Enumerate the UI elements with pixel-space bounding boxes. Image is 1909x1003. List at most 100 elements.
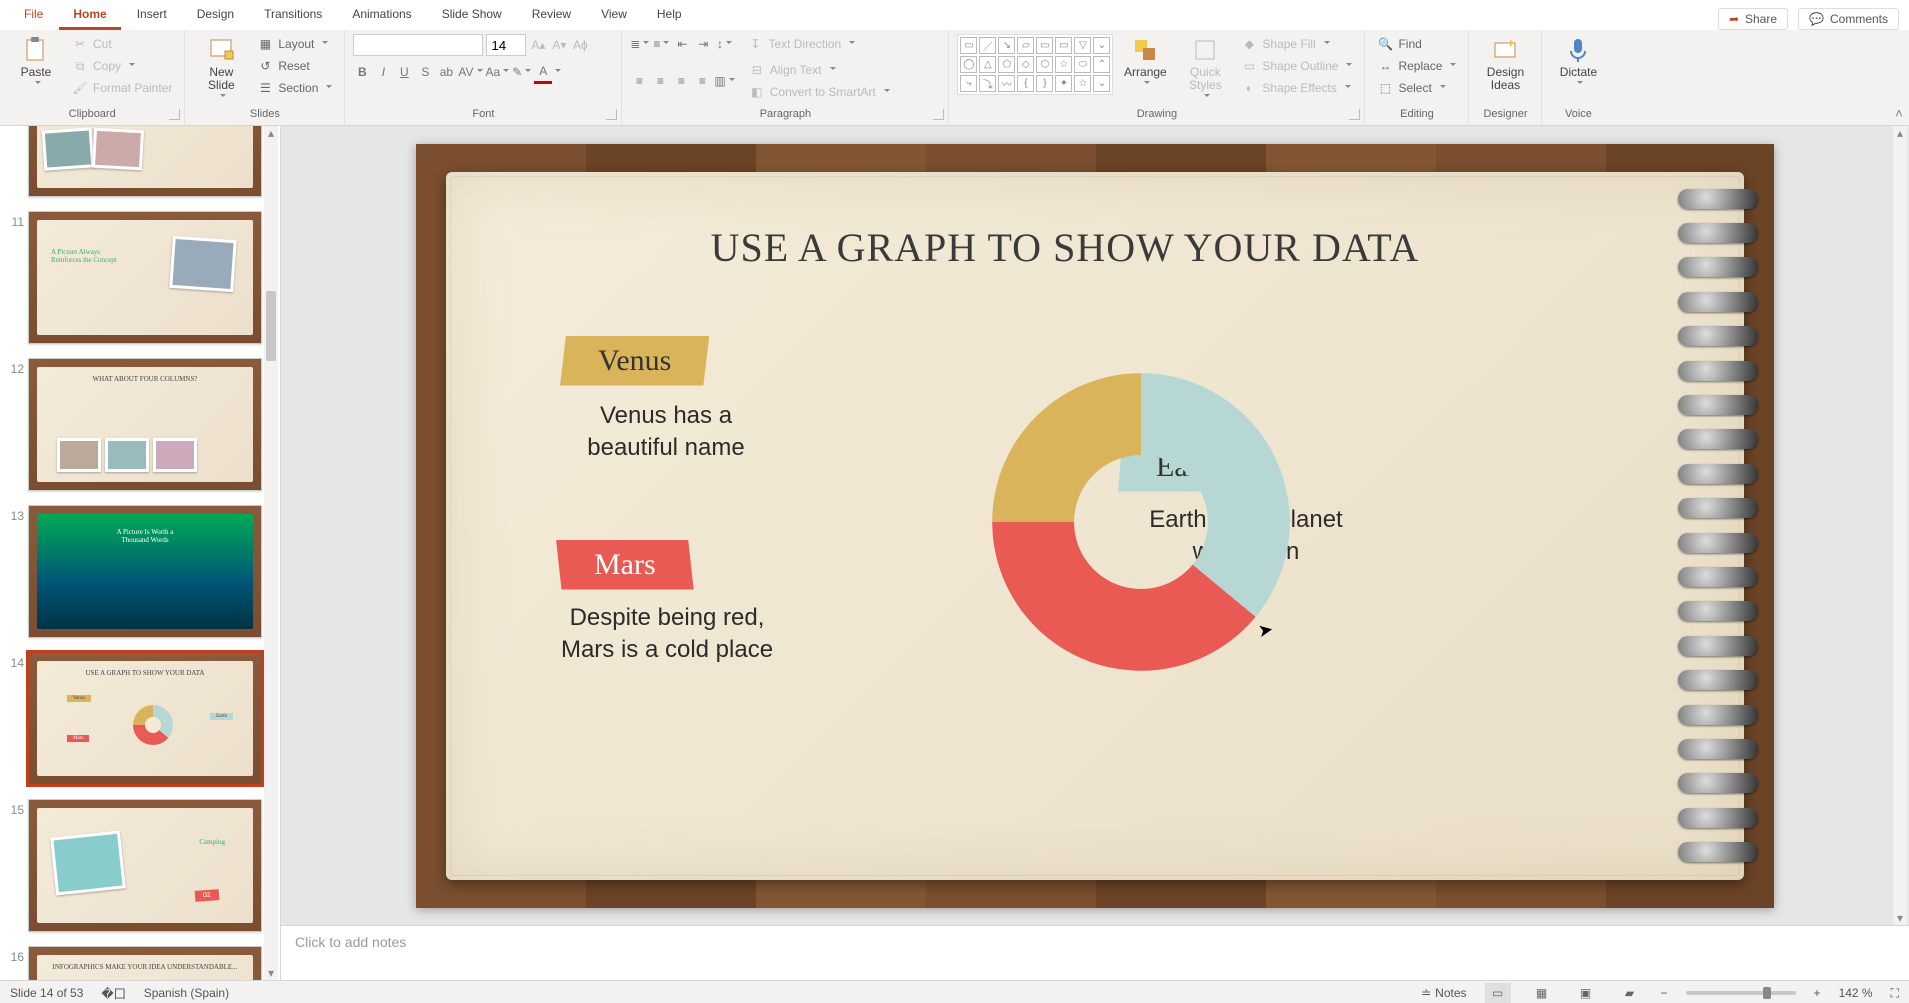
font-size-input[interactable] [486, 34, 526, 56]
donut-slice-venus[interactable] [992, 373, 1141, 522]
thumb-number: 13 [2, 505, 28, 523]
arrange-button[interactable]: Arrange [1117, 34, 1173, 89]
text-direction-button[interactable]: ↧Text Direction [743, 34, 859, 54]
zoom-slider[interactable] [1686, 991, 1796, 995]
align-right-button[interactable]: ≡ [672, 71, 690, 91]
zoom-out-button[interactable]: − [1661, 986, 1668, 1000]
shape-effects-button[interactable]: ◐Shape Effects [1237, 78, 1356, 98]
clipboard-dialog-launcher[interactable] [169, 109, 180, 120]
outdent-button[interactable]: ⇤ [673, 34, 691, 54]
comments-button[interactable]: 💬Comments [1798, 8, 1899, 30]
format-painter-button[interactable]: 🖌Format Painter [68, 78, 176, 98]
mars-label-tape[interactable]: Mars [556, 540, 694, 590]
copy-button[interactable]: ⧉Copy [68, 56, 176, 76]
normal-view-button[interactable]: ▭ [1485, 983, 1511, 1003]
char-spacing-button[interactable]: AV [458, 62, 482, 82]
tab-home[interactable]: Home [59, 1, 120, 30]
tab-review[interactable]: Review [518, 1, 585, 30]
language-indicator[interactable]: Spanish (Spain) [144, 986, 229, 1000]
mars-description[interactable]: Despite being red, Mars is a cold place [522, 602, 812, 667]
share-button[interactable]: ➦Share [1718, 8, 1788, 30]
slide-thumbnail[interactable]: INFOGRAPHICS MAKE YOUR IDEA UNDERSTANDAB… [28, 946, 262, 980]
thumbnail-scrollbar[interactable]: ▴ ▾ [264, 126, 278, 980]
donut-chart[interactable] [986, 367, 1296, 677]
strike-button[interactable]: ab [437, 62, 455, 82]
zoom-level[interactable]: 142 % [1839, 986, 1873, 1000]
tab-slideshow[interactable]: Slide Show [428, 1, 516, 30]
find-button[interactable]: 🔍Find [1373, 34, 1460, 54]
highlight-button[interactable]: ✎ [512, 62, 531, 82]
paste-button[interactable]: Paste [8, 34, 64, 89]
reset-button[interactable]: ↺Reset [253, 56, 336, 76]
font-dialog-launcher[interactable] [606, 109, 617, 120]
align-center-button[interactable]: ≡ [651, 71, 669, 91]
shape-outline-button[interactable]: ▭Shape Outline [1237, 56, 1356, 76]
tab-view[interactable]: View [587, 1, 641, 30]
align-text-button[interactable]: ⊟Align Text [745, 60, 894, 80]
tab-help[interactable]: Help [643, 1, 696, 30]
cut-button[interactable]: ✂Cut [68, 34, 176, 54]
tab-design[interactable]: Design [183, 1, 248, 30]
shadow-button[interactable]: S [416, 62, 434, 82]
tab-file[interactable]: File [10, 1, 57, 30]
design-ideas-button[interactable]: Design Ideas [1477, 34, 1533, 94]
slide-thumbnail[interactable]: A Picture Is Worth aThousand Words [28, 505, 262, 638]
font-name-input[interactable] [353, 34, 483, 56]
notes-icon: ≐ [1421, 986, 1431, 1000]
select-button[interactable]: ⬚Select [1373, 78, 1460, 98]
change-case-button[interactable]: Aa [486, 62, 510, 82]
italic-button[interactable]: I [374, 62, 392, 82]
shapes-gallery[interactable]: ▭／↘▱▭▭▽⌄ ◯△⬠◇⬡☆⬭⌃ ⤷⤵〰{}✦☆⌄ [957, 34, 1113, 95]
slide[interactable]: USE A GRAPH TO SHOW YOUR DATA Venus Venu… [416, 144, 1774, 908]
zoom-in-button[interactable]: + [1814, 986, 1821, 1000]
dictate-button[interactable]: Dictate [1550, 34, 1606, 89]
notes-pane[interactable]: Click to add notes [281, 925, 1909, 980]
line-spacing-button[interactable]: ↕ [715, 34, 733, 54]
replace-button[interactable]: ↔Replace [1373, 56, 1460, 76]
numbering-button[interactable]: ≡ [652, 34, 670, 54]
increase-font-button[interactable]: A▴ [529, 35, 547, 55]
font-color-button[interactable]: A [534, 62, 561, 82]
decrease-font-button[interactable]: A▾ [550, 35, 568, 55]
clear-formatting-button[interactable]: Aϕ [571, 35, 589, 55]
tab-transitions[interactable]: Transitions [250, 1, 336, 30]
slide-thumbnail[interactable]: WHAT ABOUT FOUR COLUMNS? [28, 358, 262, 491]
slide-thumbnail[interactable]: Camping 02 [28, 799, 262, 932]
underline-button[interactable]: U [395, 62, 413, 82]
quick-styles-button[interactable]: Quick Styles [1177, 34, 1233, 102]
notes-toggle[interactable]: ≐Notes [1421, 986, 1466, 1000]
layout-button[interactable]: ▦Layout [253, 34, 336, 54]
columns-button[interactable]: ▥ [714, 71, 734, 91]
convert-smartart-button[interactable]: ◧Convert to SmartArt [745, 82, 894, 102]
shape-fill-button[interactable]: ◆Shape Fill [1237, 34, 1356, 54]
canvas-scrollbar-vertical[interactable]: ▴ ▾ [1893, 126, 1907, 925]
slideshow-view-button[interactable]: ▰ [1617, 983, 1643, 1003]
align-left-button[interactable]: ≡ [630, 71, 648, 91]
tab-animations[interactable]: Animations [338, 1, 425, 30]
spell-check-icon[interactable]: �囗 [101, 985, 125, 1002]
thumbnail-panel[interactable]: 11 A Picture AlwaysReinforces the Concep… [0, 126, 281, 980]
new-slide-button[interactable]: New Slide [193, 34, 249, 102]
slide-sorter-button[interactable]: ▦ [1529, 983, 1555, 1003]
slide-canvas[interactable]: USE A GRAPH TO SHOW YOUR DATA Venus Venu… [281, 126, 1909, 925]
section-button[interactable]: ☰Section [253, 78, 336, 98]
reading-view-button[interactable]: ▣ [1573, 983, 1599, 1003]
bullets-button[interactable]: ≣ [630, 34, 649, 54]
slide-thumbnail[interactable] [28, 126, 262, 197]
bold-button[interactable]: B [353, 62, 371, 82]
paragraph-dialog-launcher[interactable] [933, 109, 944, 120]
quick-styles-icon [1191, 36, 1219, 64]
venus-description[interactable]: Venus has a beautiful name [546, 400, 786, 465]
collapse-ribbon-button[interactable]: ˄ [1895, 105, 1903, 121]
slide-thumbnail-selected[interactable]: USE A GRAPH TO SHOW YOUR DATA Venus Eart… [28, 652, 262, 785]
slide-thumbnail[interactable]: A Picture AlwaysReinforces the Concept [28, 211, 262, 344]
indent-button[interactable]: ⇥ [694, 34, 712, 54]
fit-to-window-button[interactable]: ⛶ [1891, 986, 1899, 1001]
slide-title[interactable]: USE A GRAPH TO SHOW YOUR DATA [446, 224, 1684, 271]
venus-label-tape[interactable]: Venus [560, 336, 709, 386]
donut-slice-earth[interactable] [1141, 373, 1290, 617]
drawing-dialog-launcher[interactable] [1349, 109, 1360, 120]
new-slide-icon [207, 36, 235, 64]
justify-button[interactable]: ≡ [693, 71, 711, 91]
tab-insert[interactable]: Insert [123, 1, 181, 30]
